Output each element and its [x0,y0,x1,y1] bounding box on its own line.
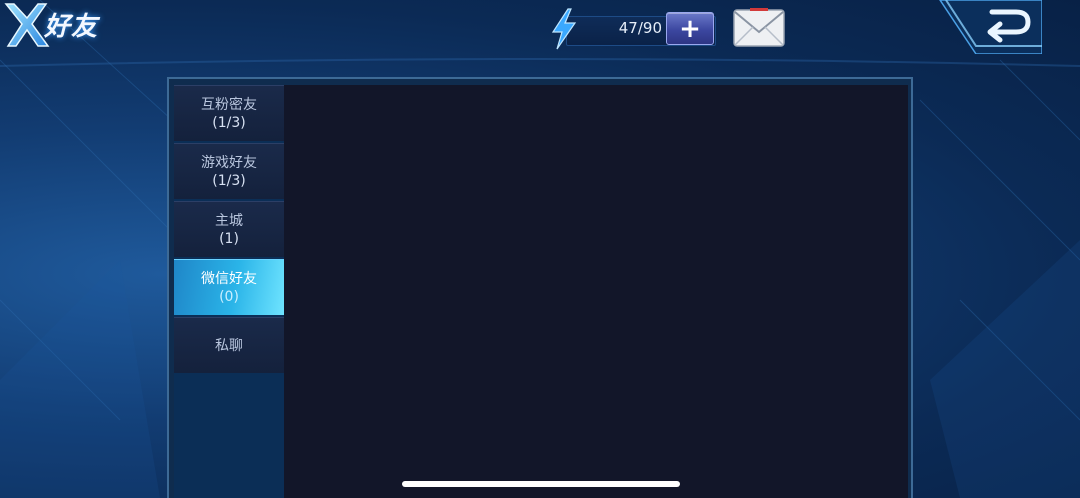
tab-label: 微信好友 [201,270,257,287]
tab-count: (1/3) [212,172,246,189]
tab-count: (0) [219,288,239,305]
lightning-icon [551,8,577,50]
energy-display: 47/90 + [548,8,718,50]
tab-wechat-friends[interactable]: 微信好友 (0) [174,259,284,315]
tab-count: (1) [219,230,239,247]
back-button[interactable] [936,0,1042,54]
tab-mutual-friends[interactable]: 互粉密友 (1/3) [174,85,284,141]
tab-label: 互粉密友 [201,96,257,113]
plus-icon: + [679,13,701,44]
friends-sidebar: 互粉密友 (1/3) 游戏好友 (1/3) 主城 (1) 微信好友 (0) 私聊 [174,85,284,498]
energy-value: 47/90 [618,19,662,37]
page-logo: 好友 [0,0,110,50]
tab-count: (1/3) [212,114,246,131]
friend-list-area[interactable] [284,85,908,498]
tab-game-friends[interactable]: 游戏好友 (1/3) [174,143,284,199]
tab-private-chat[interactable]: 私聊 [174,317,284,373]
home-indicator[interactable] [402,481,680,487]
friends-panel: 互粉密友 (1/3) 游戏好友 (1/3) 主城 (1) 微信好友 (0) 私聊 [167,77,913,498]
mail-icon[interactable] [732,8,786,48]
tab-main-city[interactable]: 主城 (1) [174,201,284,257]
page-title: 好友 [44,12,99,42]
tab-label: 主城 [215,212,243,229]
add-energy-button[interactable]: + [666,12,714,45]
tab-label: 私聊 [215,337,243,354]
tab-label: 游戏好友 [201,154,257,171]
